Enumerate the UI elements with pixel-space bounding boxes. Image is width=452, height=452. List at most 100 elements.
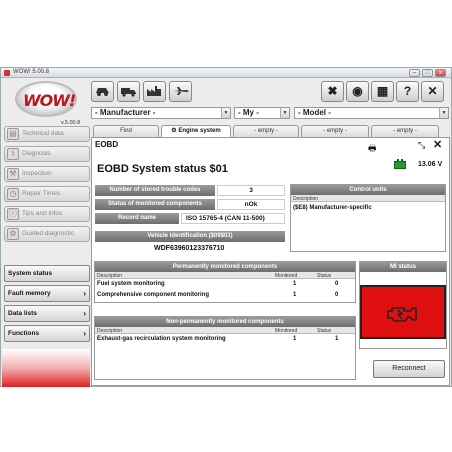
column-monitored: Monitored [275,328,298,334]
mil-indicator [360,285,446,339]
manufacturer-select-value: - Manufacturer - [95,108,156,117]
sidebar-item-label: Tips and infos [22,210,63,217]
maximize-button[interactable]: □ [422,69,433,77]
chevron-down-icon: ▼ [439,108,448,118]
app-window: WOW! 5.00.8 – □ x WOW! v.5.00.8 ✖ ◉ ▦ ? … [0,67,452,387]
print-icon[interactable]: 🖶 [368,141,377,157]
truck-icon[interactable] [117,81,140,102]
info-icon: ⓘ [7,208,19,220]
column-status: Status [317,273,332,279]
model-select[interactable]: - Model - ▼ [294,107,449,119]
sidebar-item-guided-diagnostic[interactable]: ⚙ Guided diagnostic [4,226,90,242]
help-button[interactable]: ? [396,81,419,102]
app-icon [4,70,10,76]
chevron-right-icon: › [83,309,86,318]
model-select-value: - Model - [298,108,331,117]
control-unit-row[interactable]: ($E8) Manufacturer-specific [293,205,372,211]
chevron-down-icon: ▼ [221,108,230,118]
stored-codes-label: Number of stored trouble codes [95,185,215,196]
tab-find[interactable]: Find [93,125,159,137]
sidebar-item-tips[interactable]: ⓘ Tips and infos [4,206,90,222]
menu-label: Fault memory [8,290,51,297]
document-icon: ▤ [7,128,19,140]
monitored-value: nOk [217,199,285,210]
mi-status-panel: MI status [359,261,447,349]
menu-system-status[interactable]: System status [4,265,90,282]
sidebar-item-label: Technical data [22,130,64,137]
table-row-status: 1 [335,336,339,342]
mi-status-title: MI status [360,262,446,272]
network-button[interactable]: ◉ [346,81,369,102]
table-row-status: 0 [335,292,339,298]
wow-logo: WOW! [15,81,77,117]
sidebar-item-label: Diagnosis [22,150,51,157]
record-label: Record name [95,213,179,224]
tab-empty-3[interactable]: - empty - [371,125,439,137]
stored-codes-value: 3 [217,185,285,196]
page-title: EOBD System status $01 [97,163,228,175]
sidebar-item-technical-data[interactable]: ▤ Technical data [4,126,90,142]
sidebar-item-label: Repair Times [22,190,61,197]
wrench-icon: ⚒ [7,168,19,180]
table-row-desc: Fuel system monitoring [97,281,165,287]
sidebar-item-label: Guided diagnostic [22,230,75,237]
chevron-right-icon: › [83,329,86,338]
chevron-right-icon: › [83,289,86,298]
panel-header: EOBD [95,140,119,149]
tab-empty-2[interactable]: - empty - [301,125,369,137]
minimize-button[interactable]: – [409,69,420,77]
column-description: Description [97,273,123,279]
column-header-bar [95,272,355,279]
vin-label: Vehicle identification ($09$01) [95,231,285,242]
column-description: Description [293,196,319,202]
menu-label: Data lists [8,310,37,317]
control-units-title: Control units [291,185,445,195]
monitored-label: Status of monitored components [95,199,215,210]
table-row-desc: Comprehensive component monitoring [97,292,210,298]
window-title: WOW! 5.00.8 [13,69,50,75]
sidebar-decoration [2,349,90,387]
battery-icon [394,159,406,169]
tab-label: Engine system [178,128,221,134]
column-header-bar [95,327,355,334]
tools-button[interactable]: ✖ [321,81,344,102]
column-status: Status [317,328,332,334]
my-select[interactable]: - My - ▼ [234,107,290,119]
car-icon[interactable] [91,81,114,102]
app-close-button[interactable]: ✕ [421,81,444,102]
aircraft-icon[interactable] [169,81,192,102]
diagnosis-icon: ⚕ [7,148,19,160]
table-row-monitored: 1 [293,281,297,287]
record-value: ISO 15765-4 (CAN 11-500) [181,213,285,224]
factory-icon[interactable] [143,81,166,102]
tab-empty-1[interactable]: - empty - [233,125,299,137]
menu-data-lists[interactable]: Data lists › [4,305,90,322]
my-select-value: - My - [238,108,259,117]
nonpermanent-title: Non-permanently monitored components [95,317,355,327]
menu-label: Functions [8,330,40,337]
engine-warning-icon [387,307,417,322]
hardware-button[interactable]: ▦ [371,81,394,102]
table-row-status: 0 [335,281,339,287]
permanent-title: Permanently monitored components [95,262,355,272]
collapse-icon[interactable]: ⤡ [418,140,425,151]
reconnect-button[interactable]: Reconnect [373,360,445,378]
chevron-down-icon: ▼ [280,108,289,118]
system-status-panel: EOBD 🖶 ⤡ ✕ EOBD System status $01 13.06 … [91,137,450,386]
sidebar-item-inspection[interactable]: ⚒ Inspection [4,166,90,182]
menu-functions[interactable]: Functions › [4,325,90,342]
menu-fault-memory[interactable]: Fault memory › [4,285,90,302]
nonpermanent-components-panel: Non-permanently monitored components Des… [94,316,356,380]
manufacturer-select[interactable]: - Manufacturer - ▼ [91,107,231,119]
title-bar: WOW! 5.00.8 – □ x [1,68,451,78]
voltage-readout: 13.06 V [418,161,443,168]
column-monitored: Monitored [275,273,298,279]
sidebar-item-repair-times[interactable]: ◷ Repair Times [4,186,90,202]
sidebar-item-diagnosis[interactable]: ⚕ Diagnosis [4,146,90,162]
window-close-button[interactable]: x [435,69,446,77]
table-row-desc: Exhaust-gas recirculation system monitor… [97,336,226,342]
menu-label: System status [8,270,53,277]
column-description: Description [97,328,123,334]
table-row-monitored: 1 [293,336,297,342]
close-icon[interactable]: ✕ [433,138,442,151]
